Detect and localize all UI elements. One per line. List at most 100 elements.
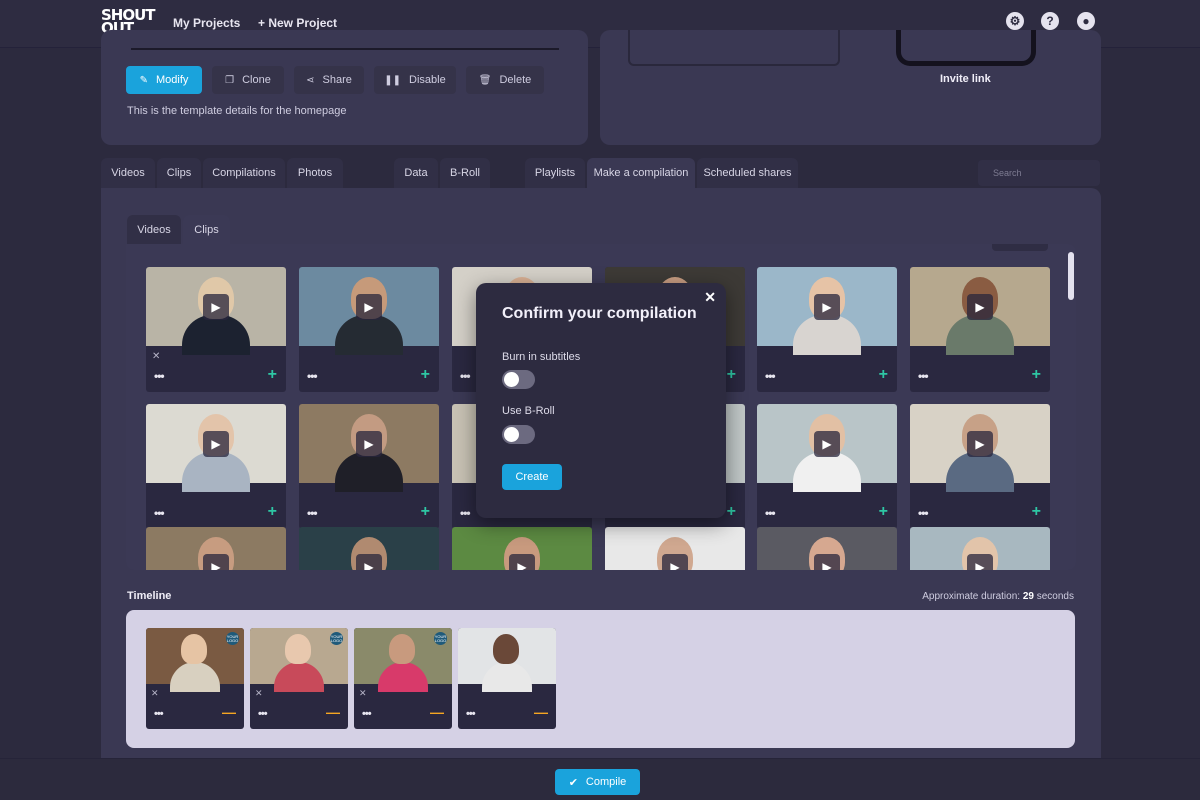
- tab-photos[interactable]: Photos: [287, 158, 343, 188]
- timeline-clip[interactable]: YOUR LOGO ✕ ••• —: [250, 628, 348, 729]
- add-to-timeline-icon[interactable]: +: [421, 366, 430, 384]
- more-options-icon[interactable]: •••: [307, 506, 318, 520]
- remove-from-timeline-icon[interactable]: —: [326, 704, 340, 720]
- add-to-timeline-icon[interactable]: +: [879, 366, 888, 384]
- more-options-icon[interactable]: •••: [154, 506, 165, 520]
- clip-thumbnail[interactable]: ▶: [757, 527, 897, 570]
- more-options-icon[interactable]: •••: [918, 506, 929, 520]
- clip-card[interactable]: ▶ ••• +: [146, 404, 286, 529]
- account-icon[interactable]: ●: [1077, 12, 1095, 30]
- help-icon[interactable]: ?: [1041, 12, 1059, 30]
- delete-button[interactable]: 🗑 Delete: [466, 66, 544, 94]
- create-button[interactable]: Create: [502, 464, 562, 490]
- tab-clips[interactable]: Clips: [157, 158, 201, 188]
- tab-data[interactable]: Data: [394, 158, 438, 188]
- new-project-link[interactable]: + New Project: [258, 16, 337, 30]
- play-icon[interactable]: ▶: [509, 554, 535, 570]
- more-options-icon[interactable]: •••: [362, 708, 372, 720]
- clip-thumbnail[interactable]: ▶: [146, 404, 286, 492]
- timeline-thumbnail[interactable]: [458, 628, 556, 692]
- more-options-icon[interactable]: •••: [154, 369, 165, 383]
- remove-from-timeline-icon[interactable]: —: [222, 704, 236, 720]
- tab-playlists[interactable]: Playlists: [525, 158, 585, 188]
- clip-card[interactable]: ▶•••+: [757, 527, 897, 570]
- clip-card[interactable]: ▶ ••• +: [299, 404, 439, 529]
- more-options-icon[interactable]: •••: [460, 369, 471, 383]
- clip-card[interactable]: ▶•••+: [452, 527, 592, 570]
- play-icon[interactable]: ▶: [203, 294, 229, 320]
- remove-icon[interactable]: ✕: [152, 351, 160, 362]
- close-icon[interactable]: ✕: [704, 289, 716, 306]
- clip-thumbnail[interactable]: ▶: [757, 404, 897, 492]
- play-icon[interactable]: ▶: [967, 554, 993, 570]
- remove-from-timeline-icon[interactable]: —: [534, 704, 548, 720]
- timeline-clip[interactable]: ••• —: [458, 628, 556, 729]
- more-options-icon[interactable]: •••: [460, 506, 471, 520]
- play-icon[interactable]: ▶: [356, 554, 382, 570]
- disable-button[interactable]: ❚❚ Disable: [374, 66, 456, 94]
- add-to-timeline-icon[interactable]: +: [727, 503, 736, 521]
- clip-card[interactable]: ▶•••+: [605, 527, 745, 570]
- cut-icon[interactable]: ✕: [151, 688, 159, 699]
- play-icon[interactable]: ▶: [967, 431, 993, 457]
- more-options-icon[interactable]: •••: [258, 708, 268, 720]
- play-icon[interactable]: ▶: [203, 431, 229, 457]
- clip-card[interactable]: ▶ ••• +: [757, 404, 897, 529]
- share-button[interactable]: ⋖ Share: [294, 66, 364, 94]
- clip-card[interactable]: ▶ ✕ ••• +: [146, 267, 286, 392]
- clip-thumbnail[interactable]: ▶: [452, 527, 592, 570]
- clip-thumbnail[interactable]: ▶: [605, 527, 745, 570]
- more-options-icon[interactable]: •••: [466, 708, 476, 720]
- clip-thumbnail[interactable]: ▶: [299, 404, 439, 492]
- burn-subtitles-toggle[interactable]: [502, 370, 535, 389]
- clip-thumbnail[interactable]: ▶: [910, 267, 1050, 355]
- clip-card[interactable]: ▶•••+: [146, 527, 286, 570]
- add-to-timeline-icon[interactable]: +: [268, 366, 277, 384]
- clips-scrollbar[interactable]: [1068, 252, 1074, 300]
- play-icon[interactable]: ▶: [814, 554, 840, 570]
- timeline-thumbnail[interactable]: YOUR LOGO: [250, 628, 348, 692]
- clip-card[interactable]: ▶ ••• +: [757, 267, 897, 392]
- play-icon[interactable]: ▶: [356, 431, 382, 457]
- add-to-timeline-icon[interactable]: +: [421, 503, 430, 521]
- add-to-timeline-icon[interactable]: +: [879, 503, 888, 521]
- play-icon[interactable]: ▶: [814, 431, 840, 457]
- clip-thumbnail[interactable]: ▶: [910, 527, 1050, 570]
- clip-card[interactable]: ▶ ••• +: [910, 267, 1050, 392]
- tab-compilations[interactable]: Compilations: [203, 158, 285, 188]
- play-icon[interactable]: ▶: [967, 294, 993, 320]
- play-icon[interactable]: ▶: [203, 554, 229, 570]
- more-options-icon[interactable]: •••: [765, 369, 776, 383]
- timeline-thumbnail[interactable]: YOUR LOGO: [146, 628, 244, 692]
- add-to-timeline-icon[interactable]: +: [1032, 503, 1041, 521]
- clip-card[interactable]: ▶•••+: [299, 527, 439, 570]
- clip-thumbnail[interactable]: ▶: [299, 267, 439, 355]
- clip-thumbnail[interactable]: ▶: [146, 527, 286, 570]
- subtab-videos[interactable]: Videos: [127, 215, 181, 245]
- add-to-timeline-icon[interactable]: +: [1032, 366, 1041, 384]
- timeline-clip[interactable]: YOUR LOGO ✕ ••• —: [146, 628, 244, 729]
- my-projects-link[interactable]: My Projects: [173, 16, 240, 30]
- gear-icon[interactable]: ⚙: [1006, 12, 1024, 30]
- more-options-icon[interactable]: •••: [765, 506, 776, 520]
- more-options-icon[interactable]: •••: [154, 708, 164, 720]
- tab-make-a-compilation[interactable]: Make a compilation: [587, 158, 695, 188]
- clip-thumbnail[interactable]: ▶: [299, 527, 439, 570]
- play-icon[interactable]: ▶: [814, 294, 840, 320]
- clip-thumbnail[interactable]: ▶: [910, 404, 1050, 492]
- cut-icon[interactable]: ✕: [255, 688, 263, 699]
- tab-b-roll[interactable]: B-Roll: [440, 158, 490, 188]
- clip-thumbnail[interactable]: ▶: [146, 267, 286, 355]
- play-icon[interactable]: ▶: [356, 294, 382, 320]
- clone-button[interactable]: ❐ Clone: [212, 66, 284, 94]
- clip-card[interactable]: ▶ ••• +: [910, 404, 1050, 529]
- add-to-timeline-icon[interactable]: +: [268, 503, 277, 521]
- compile-button[interactable]: ✔ Compile: [555, 769, 640, 795]
- more-options-icon[interactable]: •••: [918, 369, 929, 383]
- clip-card[interactable]: ▶•••+: [299, 267, 439, 392]
- cut-icon[interactable]: ✕: [359, 688, 367, 699]
- play-icon[interactable]: ▶: [662, 554, 688, 570]
- modify-button[interactable]: ✎ Modify: [126, 66, 202, 94]
- tab-scheduled-shares[interactable]: Scheduled shares: [697, 158, 798, 188]
- clip-card[interactable]: ▶•••+: [910, 527, 1050, 570]
